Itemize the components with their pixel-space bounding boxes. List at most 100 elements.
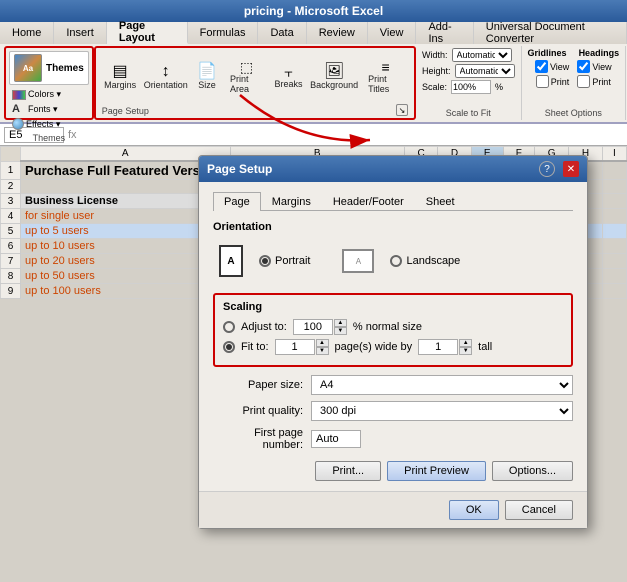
background-button[interactable]: 🖼 Background xyxy=(309,61,359,93)
print-quality-label: Print quality: xyxy=(213,405,303,417)
dialog-tab-sheet[interactable]: Sheet xyxy=(415,192,466,211)
tab-review[interactable]: Review xyxy=(307,22,368,44)
print-preview-button[interactable]: Print Preview xyxy=(387,461,486,481)
fit-to-label: Fit to: xyxy=(241,341,269,353)
tab-home[interactable]: Home xyxy=(0,22,54,44)
sheet-options-label: Sheet Options xyxy=(545,106,602,118)
print-button[interactable]: Print... xyxy=(315,461,381,481)
dialog-title: Page Setup xyxy=(207,162,272,176)
tab-addins[interactable]: Add-Ins xyxy=(416,22,473,44)
ribbon-tabs: Home Insert Page Layout Formulas Data Re… xyxy=(0,22,627,44)
colors-label: Colors ▾ xyxy=(28,89,61,100)
fit-wide-spinner: ▲ ▼ xyxy=(316,339,329,355)
themes-group-content: Aa Themes Colors ▾ A Fonts ▾ Effects ▾ xyxy=(9,51,89,131)
scale-to-fit-group: Width: Automatic Height: Automatic Scale… xyxy=(416,46,522,120)
scale-input[interactable] xyxy=(451,80,491,94)
adjust-up[interactable]: ▲ xyxy=(334,319,347,327)
fit-wide-up[interactable]: ▲ xyxy=(316,339,329,347)
portrait-radio-group: Portrait xyxy=(259,255,310,267)
corner-header xyxy=(1,147,21,162)
fit-tall-unit: tall xyxy=(478,341,492,353)
tab-insert[interactable]: Insert xyxy=(54,22,107,44)
colors-button[interactable]: Colors ▾ xyxy=(9,88,64,101)
tab-udc[interactable]: Universal Document Converter xyxy=(474,22,627,44)
fit-wide-down[interactable]: ▼ xyxy=(316,347,329,355)
fit-radio[interactable] xyxy=(223,341,235,353)
orientation-section-title: Orientation xyxy=(213,221,573,233)
adjust-radio[interactable] xyxy=(223,321,235,333)
orientation-row: A Portrait A Landscape xyxy=(213,239,573,283)
height-label: Height: xyxy=(422,66,451,76)
fit-to-row: Fit to: ▲ ▼ page(s) wide by ▲ ▼ xyxy=(223,339,563,355)
gridlines-view-checkbox[interactable] xyxy=(535,60,548,73)
margins-button[interactable]: ▤ Margins xyxy=(102,61,139,93)
dialog-help-button[interactable]: ? xyxy=(539,161,555,177)
dialog-titlebar: Page Setup ? ✕ xyxy=(199,156,587,182)
portrait-radio[interactable] xyxy=(259,255,271,267)
dialog-tab-header-footer[interactable]: Header/Footer xyxy=(322,192,415,211)
paper-size-select[interactable]: A4 xyxy=(311,375,573,395)
orientation-button[interactable]: ↕ Orientation xyxy=(142,61,189,93)
page-setup-dialog-launcher[interactable]: ↘ xyxy=(396,104,408,116)
landscape-icon: A xyxy=(342,249,374,273)
sheet-options-group: Gridlines Headings View View Print Print… xyxy=(522,46,627,120)
dialog-body: Page Margins Header/Footer Sheet Orienta… xyxy=(199,182,587,491)
print-quality-row: Print quality: 300 dpi xyxy=(213,401,573,421)
dialog-tab-margins[interactable]: Margins xyxy=(261,192,322,211)
formula-input[interactable] xyxy=(81,129,623,141)
fonts-button[interactable]: A Fonts ▾ xyxy=(9,102,61,116)
dialog-inner-buttons: Print... Print Preview Options... xyxy=(213,461,573,481)
themes-button[interactable]: Aa Themes xyxy=(9,51,89,85)
adjust-to-label: Adjust to: xyxy=(241,321,287,333)
formula-bar: fx xyxy=(0,124,627,146)
fit-tall-group: ▲ ▼ xyxy=(418,339,472,355)
print-area-button[interactable]: ⬚ Print Area xyxy=(225,57,268,97)
landscape-label: Landscape xyxy=(406,255,460,267)
themes-group-label: Themes xyxy=(33,131,66,143)
fit-wide-input[interactable] xyxy=(275,339,315,355)
tab-view[interactable]: View xyxy=(368,22,417,44)
landscape-option[interactable]: A xyxy=(342,249,374,273)
tab-page-layout[interactable]: Page Layout xyxy=(107,22,188,44)
print-quality-select[interactable]: 300 dpi xyxy=(311,401,573,421)
options-button[interactable]: Options... xyxy=(492,461,573,481)
fit-wide-unit: page(s) wide by xyxy=(335,341,413,353)
breaks-button[interactable]: ⫟ Breaks xyxy=(272,62,305,92)
ok-button[interactable]: OK xyxy=(449,500,499,520)
effects-label: Effects ▾ xyxy=(26,119,60,130)
print-titles-button[interactable]: ≡ Print Titles xyxy=(363,57,408,97)
fit-tall-up[interactable]: ▲ xyxy=(459,339,472,347)
adjust-to-row: Adjust to: ▲ ▼ % normal size xyxy=(223,319,563,335)
headings-view-checkbox[interactable] xyxy=(577,60,590,73)
dialog-tab-page[interactable]: Page xyxy=(213,192,261,211)
scale-group-label: Scale to Fit xyxy=(446,106,491,118)
cancel-button[interactable]: Cancel xyxy=(505,500,573,520)
size-button[interactable]: 📄 Size xyxy=(193,61,221,93)
page-setup-group-label: Page Setup xyxy=(102,104,149,116)
tab-formulas[interactable]: Formulas xyxy=(188,22,259,44)
adjust-value-input[interactable] xyxy=(293,319,333,335)
height-select[interactable]: Automatic xyxy=(455,64,515,78)
dialog-close-button[interactable]: ✕ xyxy=(563,161,579,177)
col-header-i[interactable]: I xyxy=(602,147,626,162)
page-setup-group: ▤ Margins ↕ Orientation 📄 Size ⬚ Print A… xyxy=(94,46,416,120)
fonts-label: Fonts ▾ xyxy=(28,104,58,115)
fit-tall-down[interactable]: ▼ xyxy=(459,347,472,355)
portrait-option[interactable]: A xyxy=(219,245,243,277)
width-select[interactable]: Automatic xyxy=(452,48,512,62)
fit-tall-input[interactable] xyxy=(418,339,458,355)
first-page-input[interactable] xyxy=(311,430,361,448)
scale-percent: % xyxy=(495,82,503,92)
paper-size-label: Paper size: xyxy=(213,379,303,391)
width-label: Width: xyxy=(422,50,448,60)
scale-group-content: Width: Automatic Height: Automatic Scale… xyxy=(422,48,515,106)
title-text: pricing - Microsoft Excel xyxy=(244,4,383,18)
landscape-radio[interactable] xyxy=(390,255,402,267)
dialog-footer: OK Cancel xyxy=(199,491,587,528)
gridlines-print-checkbox[interactable] xyxy=(536,75,549,88)
headings-print-checkbox[interactable] xyxy=(577,75,590,88)
fit-wide-group: ▲ ▼ xyxy=(275,339,329,355)
adjust-down[interactable]: ▼ xyxy=(334,327,347,335)
effects-button[interactable]: Effects ▾ xyxy=(9,117,63,131)
tab-data[interactable]: Data xyxy=(258,22,306,44)
